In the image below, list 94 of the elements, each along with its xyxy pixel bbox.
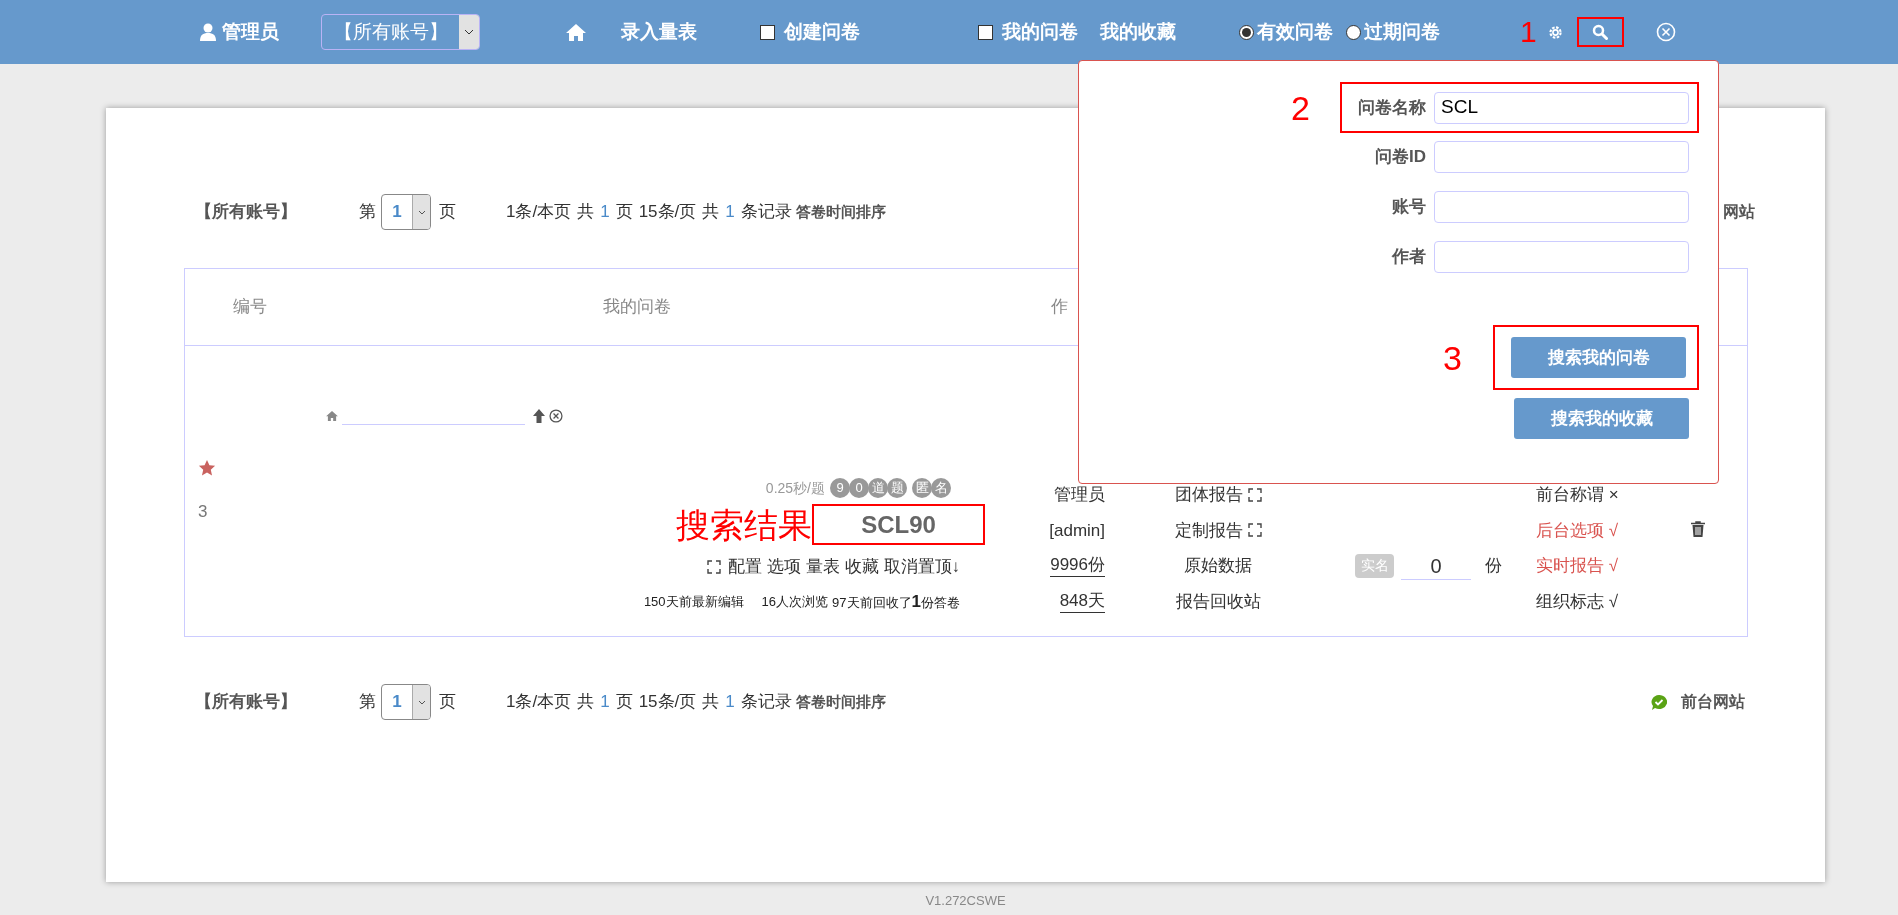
action-link[interactable]: 选项 [766,554,801,580]
site-link[interactable]: 网站 [1723,200,1755,224]
close-icon[interactable] [549,409,563,423]
version-text: V1.272CSWE [924,892,1007,910]
sort-link[interactable]: 答卷时间排序 [795,200,886,224]
pager-text: 1条/本页 [506,201,572,224]
account-label: 【所有账号】 [195,201,298,224]
report-link[interactable]: 团体报告 [1174,482,1243,508]
pager-label: 第 [359,201,376,224]
report-link[interactable]: 原始数据 [1184,553,1252,579]
pager-text: 页 [615,201,633,224]
scan-frame-icon[interactable] [706,560,721,574]
record-count: 1 [725,691,735,714]
sort-link[interactable]: 答卷时间排序 [795,690,886,714]
pager-text: 共 [577,201,595,224]
author-text: [admin] [1049,519,1105,542]
pager-text: 共 [577,691,595,714]
account-label: 【所有账号】 [195,691,298,714]
page-select[interactable]: 1 [381,684,431,720]
user-icon [200,23,216,41]
pager-label: 页 [439,201,456,224]
option-toggle[interactable]: 后台选项 √ [1536,517,1619,543]
column-header[interactable]: 我的问卷 [603,294,671,320]
annotation-number: 2 [1291,90,1310,125]
radio-button[interactable] [1346,24,1361,40]
caret-icon [417,209,426,215]
count-input[interactable]: 0 [1401,551,1471,580]
text-field[interactable] [1434,141,1689,173]
annotation-label: 搜索结果 [676,507,812,542]
count-badge: 名 [931,478,951,498]
record-count: 1 [600,691,610,714]
checkbox[interactable] [760,24,775,40]
count-badge: 0 [849,478,869,498]
action-link[interactable]: 取消置顶↓ [883,554,960,580]
home-icon[interactable] [566,23,586,41]
caret-icon [464,29,474,35]
star-icon[interactable] [198,459,216,477]
stat-text: 150天前最新编辑 [643,593,744,612]
record-count: 1 [600,201,610,224]
text-field[interactable]: SCL [1434,91,1689,124]
pager-text: 页 [615,691,633,714]
column-header[interactable]: 编号 [233,294,267,320]
site-link[interactable]: 前台网站 [1681,690,1745,714]
stat-link[interactable]: 848天 [1059,589,1105,613]
pager-label: 第 [359,691,376,714]
author-text: 管理员 [1054,484,1105,506]
home-icon[interactable] [326,411,338,421]
checkbox[interactable] [978,24,993,40]
text-field[interactable] [1434,191,1689,223]
settings-icon[interactable] [1546,23,1564,41]
record-count: 1 [725,201,735,224]
scan-frame-icon[interactable] [1247,523,1262,538]
pager-text: 条记录 [740,691,792,714]
count-badge: 匿 [912,478,932,498]
count-badge: 题 [887,478,907,498]
pager-text: 15条/页 [638,691,697,714]
pager-text: 共 [702,201,720,224]
pager-text: 共 [702,691,720,714]
text-field[interactable] [1434,241,1689,273]
stat-text: 16人次浏览 [761,593,829,612]
pager-text: 1条/本页 [506,691,572,714]
field-label: 账号 [1391,196,1426,219]
annotation-number: 3 [1443,340,1462,375]
field-label: 问卷ID [1374,146,1426,169]
pager-label: 页 [439,691,456,714]
radio-button[interactable] [1239,24,1254,40]
pace-text: 0.25秒/题 [765,478,825,498]
report-link[interactable]: 定制报告 [1174,517,1243,543]
option-toggle[interactable]: 实时报告 √ [1536,553,1619,579]
option-toggle[interactable]: 组织标志 √ [1536,588,1619,614]
page-select[interactable]: 1 [381,194,431,230]
search-icon[interactable] [1592,24,1609,40]
count-badge: 道 [868,478,888,498]
caret-icon [417,699,426,705]
stat-link[interactable]: 9996份 [1050,554,1105,578]
action-link[interactable]: 收藏 [844,554,879,580]
stat-text: 97天前回收了1份答卷 [832,591,960,614]
row-number: 3 [198,501,209,523]
option-toggle[interactable]: 前台称谓 × [1536,482,1619,508]
column-header[interactable]: 作 [1051,294,1068,320]
report-link[interactable]: 报告回收站 [1175,588,1261,614]
up-arrow-icon[interactable] [533,409,545,423]
pager-text: 15条/页 [638,201,697,224]
unit-text: 份 [1485,555,1502,577]
count-badge: 9 [830,478,850,498]
scan-frame-icon[interactable] [1247,487,1262,502]
questionnaire-title[interactable]: SCL90 [861,506,936,543]
annotation-number: 1 [1520,17,1537,47]
field-label: 作者 [1390,246,1426,269]
field-label: 问卷名称 [1357,96,1426,119]
action-link[interactable]: 量表 [805,554,840,580]
action-link[interactable]: 配置 [727,554,762,580]
pager-text: 条记录 [740,201,792,224]
trash-icon[interactable] [1691,521,1705,537]
